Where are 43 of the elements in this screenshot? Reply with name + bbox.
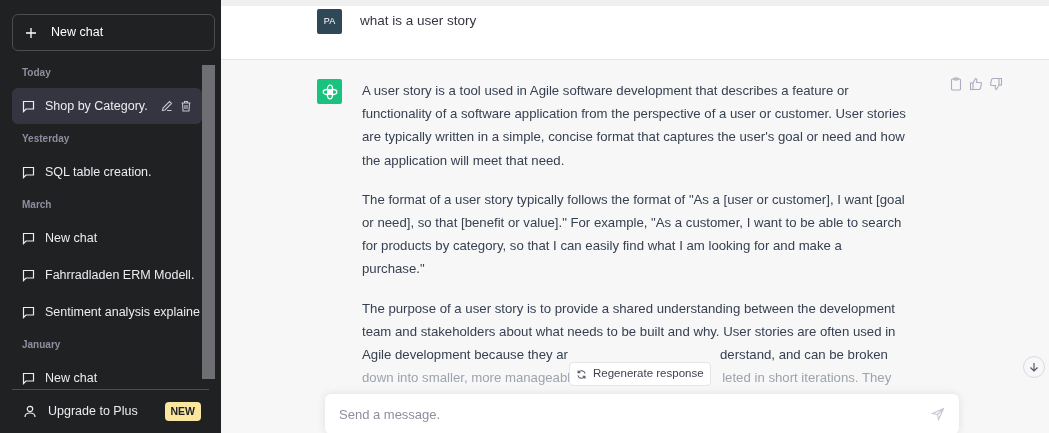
chat-history-item[interactable]: SQL table creation. [12,154,202,190]
answer-text-fragment: Agile development because they ar [362,346,568,365]
chat-bubble-icon [22,305,35,319]
pencil-icon[interactable] [161,100,173,112]
answer-text-line: The purpose of a user story is to provide a shared understanding between the development [362,299,896,318]
chat-bubble-icon [22,268,35,282]
upgrade-button[interactable]: Upgrade to Plus NEW [12,389,209,433]
answer-paragraph: The format of a user story typically follows the format of "As a [user or customer], I want [goal or need], so that [benefit or value]." For example, "As a customer, I want to be able to search for products by category, so that I can easily find what I am looking for and make a purchase." [362,190,906,279]
user-icon [24,405,36,418]
plus-icon [25,26,37,39]
knot-logo-icon [317,79,342,104]
user-message: what is a user story [360,12,477,30]
message-input[interactable]: Send a message. [325,394,959,433]
chat-history-item[interactable]: Shop by Category. [12,88,202,124]
answer-paragraph: A user story is a tool used in Agile software development that describes a feature or functionality of a software application from the perspective of a user or customer. User stories are typically written in a simple, concise format that captures the user's goal or need and how the application will meet that need. [362,82,907,170]
section-label: March [21,198,53,212]
chat-bubble-icon [22,371,35,385]
regenerate-button[interactable]: Regenerate response [569,362,711,386]
chat-history-item[interactable]: New chat [12,220,202,256]
trash-icon[interactable] [180,100,192,112]
section-label: Today [21,66,52,80]
section-label: January [21,338,62,352]
chat-history-item[interactable]: Fahrradladen ERM Modell. [12,257,202,293]
chat-history-item[interactable]: Sentiment analysis explaine [12,294,202,330]
copy-icon[interactable] [949,77,963,91]
thumbs-down-icon[interactable] [989,77,1003,91]
chat-bubble-icon [22,231,35,245]
new-badge: NEW [164,401,201,422]
scroll-down-button[interactable] [1023,356,1045,378]
answer-text-fragment: down into smaller, more manageabl [362,369,571,388]
answer-text-fragment: leted in short iterations. They [722,369,892,388]
section-label: Yesterday [21,132,71,146]
send-icon[interactable] [931,407,945,421]
arrow-down-icon [1029,362,1039,372]
refresh-icon [576,368,587,380]
thumbs-up-icon[interactable] [969,77,983,91]
chat-bubble-icon [22,165,35,179]
user-avatar: PA [317,9,342,34]
chat-history-item[interactable]: New chat [12,360,202,389]
chat-bubble-icon [22,99,35,113]
new-chat-button[interactable]: New chat [12,14,215,51]
answer-text-line: team and stakeholders about what needs to be built and why. User stories are often used in [362,322,897,341]
answer-text-fragment: derstand, and can be broken [720,346,888,365]
